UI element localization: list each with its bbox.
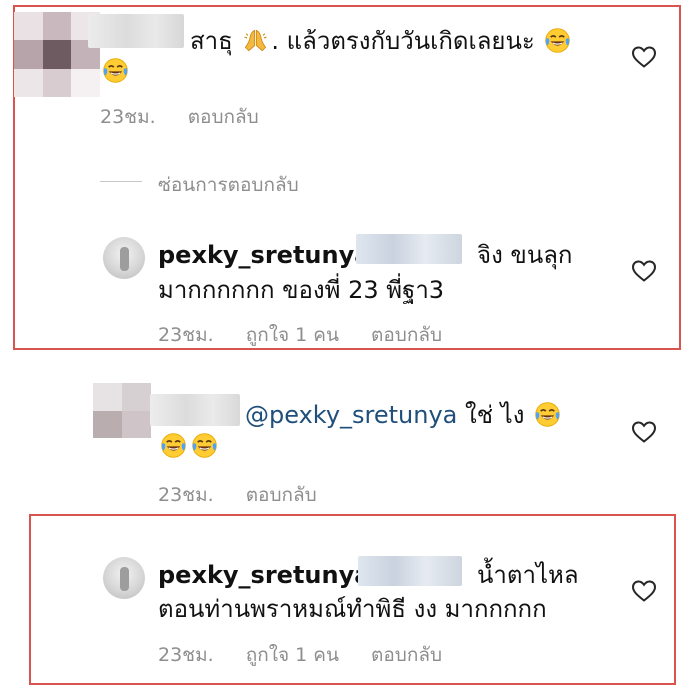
reply-1-text-1: จิง ขนลุก (477, 241, 573, 269)
reply-2-text-2: ตอนท่านพราหมณ์ทำพิธี งง มากกกกก (158, 595, 547, 623)
hide-replies-button[interactable]: ซ่อนการตอบกลับ (158, 170, 299, 200)
username-blurred[interactable] (88, 14, 184, 48)
comment-1-line-2 (100, 56, 131, 86)
reply-1-time: 23ชม. (158, 324, 214, 346)
reply-1-username[interactable]: pexky_sretunya (158, 241, 370, 269)
username-blurred[interactable] (150, 394, 240, 426)
comment-2-time: 23ชม. (158, 484, 214, 506)
reply-2-line-1: pexky_sretunya (158, 560, 370, 590)
reply-2-text-1: น้ำตาไหล (477, 561, 579, 589)
heart-icon[interactable] (631, 420, 657, 444)
hide-replies-line (100, 181, 142, 182)
reply-2-username[interactable]: pexky_sretunya (158, 561, 370, 589)
avatar[interactable] (103, 557, 145, 599)
tears-of-joy-emoji (191, 432, 218, 459)
tears-of-joy-emoji (160, 432, 187, 459)
comment-1-word: สาธุ (190, 27, 233, 55)
comment-2-mention[interactable]: @pexky_sretunya (245, 401, 457, 429)
username-blurred (358, 556, 462, 586)
comment-2-reply-button[interactable]: ตอบกลับ (246, 484, 317, 506)
comment-1-word-2: . แล้วตรงกับวันเกิดเลยนะ (271, 27, 535, 55)
reply-2-likes[interactable]: ถูกใจ 1 คน (246, 644, 339, 666)
tears-of-joy-emoji (544, 27, 571, 54)
comment-2-meta: 23ชม. ตอบกลับ (158, 480, 343, 510)
comment-1-text: สาธุ . แล้วตรงกับวันเกิดเลยนะ (190, 26, 573, 56)
reply-2-time: 23ชม. (158, 644, 214, 666)
reply-1-reply-button[interactable]: ตอบกลับ (371, 324, 442, 346)
heart-icon[interactable] (631, 45, 657, 69)
reply-2-meta: 23ชม. ถูกใจ 1 คน ตอบกลับ (158, 640, 468, 670)
username-blurred (356, 234, 462, 264)
reply-1-meta: 23ชม. ถูกใจ 1 คน ตอบกลับ (158, 320, 468, 350)
reply-1-likes[interactable]: ถูกใจ 1 คน (246, 324, 339, 346)
comment-1-reply-button[interactable]: ตอบกลับ (188, 106, 259, 128)
avatar[interactable] (103, 237, 145, 279)
heart-icon[interactable] (631, 259, 657, 283)
reply-2-reply-button[interactable]: ตอบกลับ (371, 644, 442, 666)
avatar-blurred[interactable] (93, 383, 151, 438)
tears-of-joy-emoji (102, 57, 129, 84)
folded-hands-emoji (242, 27, 269, 54)
reply-1-text-2: มากกกกกก ของพี่ 23 พี่ฐา3 (158, 276, 445, 304)
reply-1-line-1: pexky_sretunya (158, 240, 370, 270)
comment-2-line-2 (158, 431, 220, 461)
comment-2-text: @pexky_sretunya ใช่ ไง (245, 400, 563, 430)
comment-1-time: 23ชม. (100, 106, 156, 128)
heart-icon[interactable] (631, 579, 657, 603)
tears-of-joy-emoji (534, 401, 561, 428)
comment-2-word: ใช่ ไง (465, 401, 525, 429)
comment-1-meta: 23ชม. ตอบกลับ (100, 102, 285, 132)
